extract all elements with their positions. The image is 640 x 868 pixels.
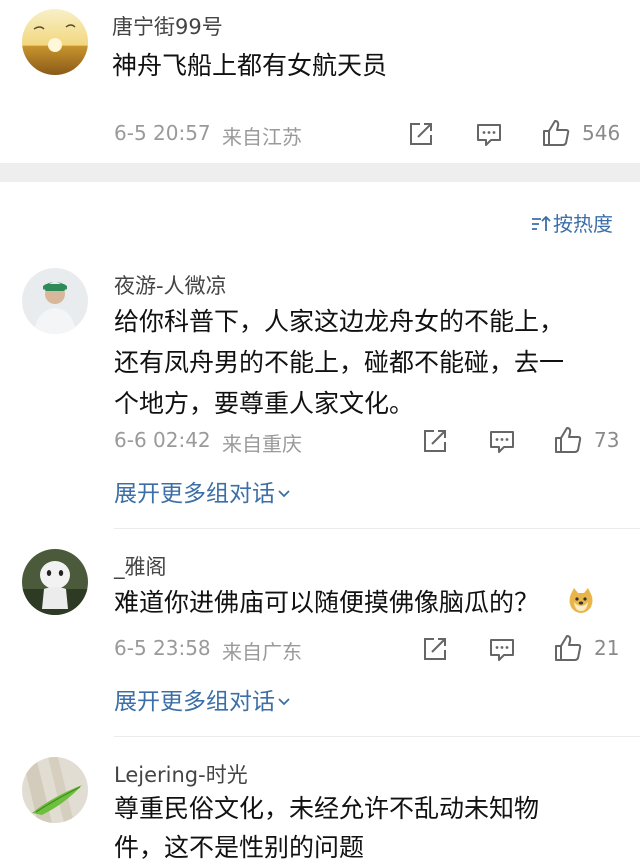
comment-icon[interactable]	[487, 426, 517, 456]
username[interactable]: Lejering-时光	[114, 759, 248, 789]
comment-text-line: 尊重民俗文化，未经允许不乱动未知物	[114, 794, 540, 823]
like-count: 21	[594, 636, 620, 660]
section-separator	[0, 163, 640, 182]
person-avatar-image	[22, 268, 88, 334]
like-count: 73	[594, 428, 620, 452]
sunset-avatar-image	[22, 9, 88, 75]
comment-location: 来自江苏	[222, 125, 302, 149]
comment-text-line: 个地方，要尊重人家文化。	[114, 389, 415, 418]
figurine-avatar-image	[22, 549, 88, 615]
avatar[interactable]	[22, 268, 88, 334]
comment-text: 神舟飞船上都有女航天员	[112, 51, 388, 80]
expand-label: 展开更多组对话	[114, 689, 275, 715]
comment-location: 来自广东	[222, 640, 302, 664]
comment-icon[interactable]	[474, 119, 504, 149]
sort-icon	[531, 214, 553, 238]
avatar[interactable]	[22, 549, 88, 615]
expand-label: 展开更多组对话	[114, 481, 275, 507]
like-icon[interactable]	[541, 118, 571, 148]
username[interactable]: 夜游-人微凉	[114, 270, 227, 300]
avatar[interactable]	[22, 757, 88, 823]
comment-location: 来自重庆	[222, 432, 302, 456]
feather-avatar-image	[22, 757, 88, 823]
sort-label: 按热度	[553, 212, 613, 236]
doge-emoji-icon	[567, 586, 595, 614]
comment-time: 6-5 20:57	[114, 121, 211, 145]
share-icon[interactable]	[420, 634, 450, 664]
expand-conversation-link[interactable]: 展开更多组对话	[114, 682, 291, 716]
share-icon[interactable]	[406, 119, 436, 149]
chevron-down-icon	[277, 479, 291, 505]
comment-text-line: 难道你进佛庙可以随便摸佛像脑瓜的？	[114, 588, 540, 617]
sort-by-hot-button[interactable]: 按热度	[531, 208, 613, 238]
username[interactable]: _雅阁	[114, 551, 167, 581]
like-icon[interactable]	[553, 425, 583, 455]
comment-time: 6-5 23:58	[114, 636, 211, 660]
comment-text-line: 给你科普下，人家这边龙舟女的不能上，	[114, 307, 565, 336]
comment-text-line: 还有凤舟男的不能上，碰都不能碰，去一	[114, 348, 565, 377]
share-icon[interactable]	[420, 426, 450, 456]
divider	[114, 528, 640, 529]
comment-time: 6-6 02:42	[114, 428, 211, 452]
divider	[114, 736, 640, 737]
username[interactable]: 唐宁街99号	[112, 11, 223, 41]
avatar[interactable]	[22, 9, 88, 75]
expand-conversation-link[interactable]: 展开更多组对话	[114, 474, 291, 508]
like-count: 546	[582, 121, 621, 145]
comment-text-line: 件，这不是性别的问题	[114, 833, 365, 862]
chevron-down-icon	[277, 687, 291, 713]
comment-icon[interactable]	[487, 634, 517, 664]
like-icon[interactable]	[553, 633, 583, 663]
